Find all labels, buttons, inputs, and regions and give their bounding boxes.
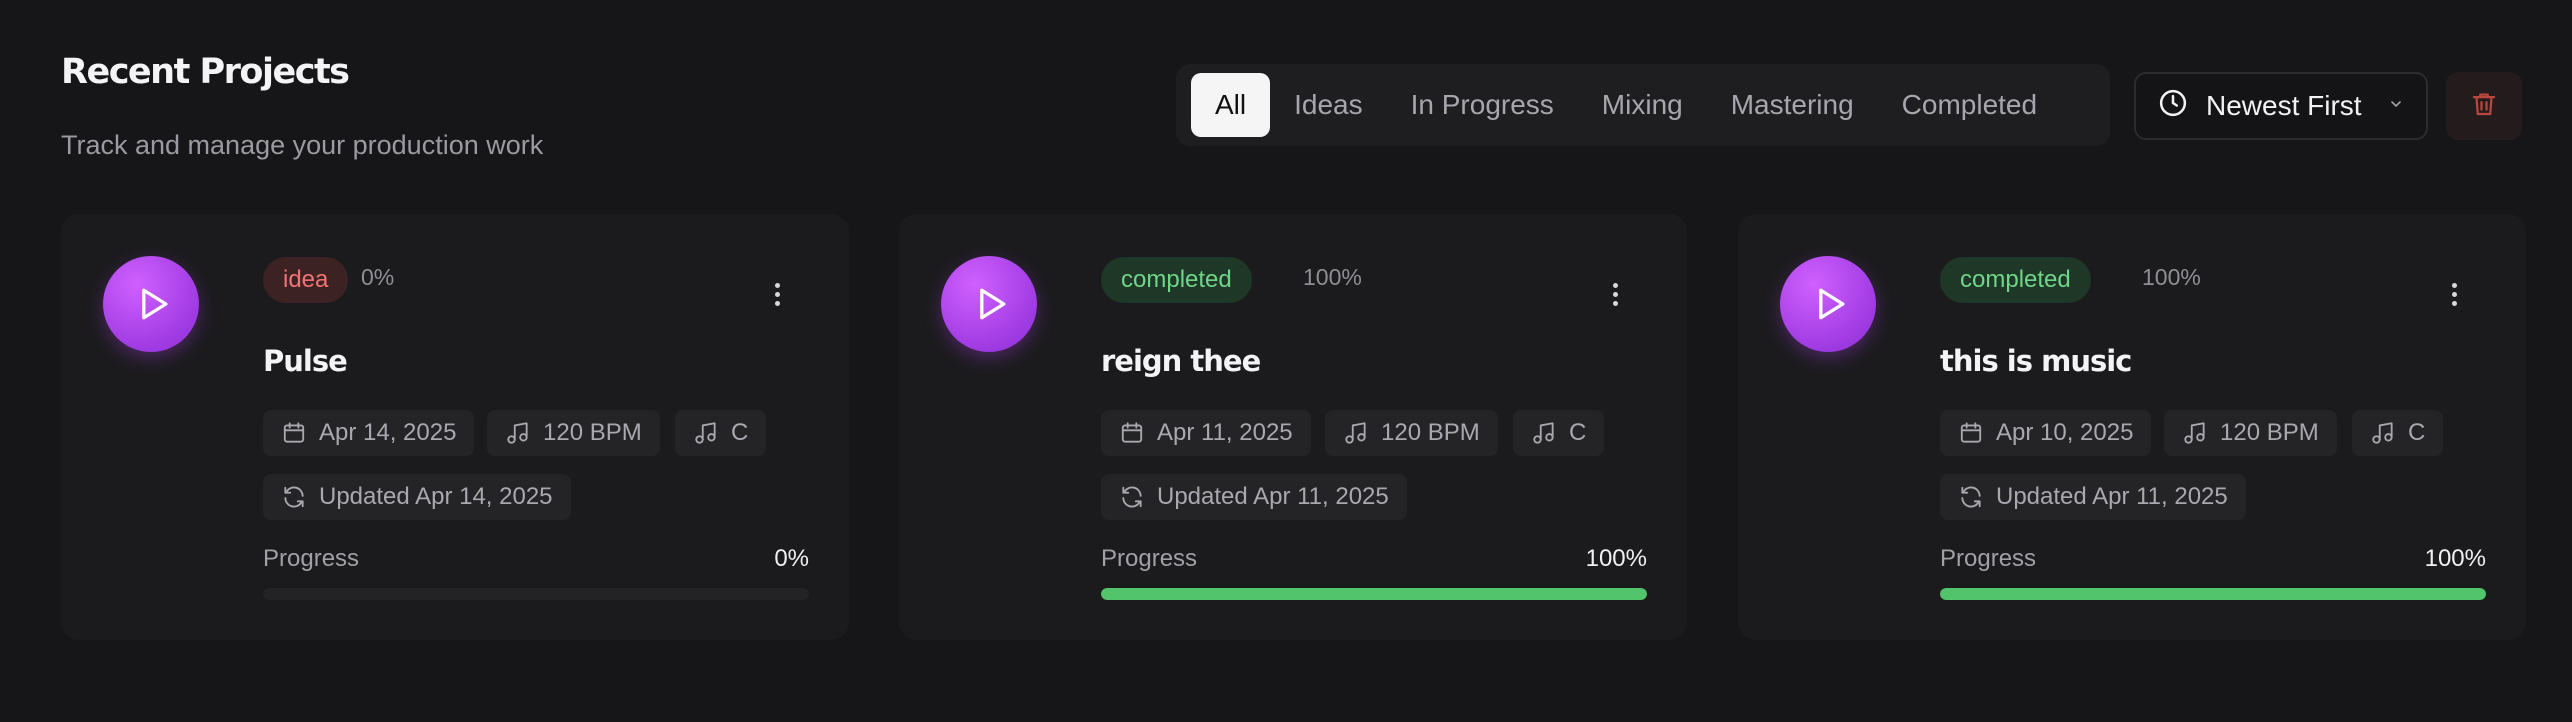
bpm-chip: 120 BPM	[1325, 410, 1498, 456]
key-text: C	[1569, 419, 1587, 446]
status-filter-tabs: All Ideas In Progress Mixing Mastering C…	[1176, 64, 2110, 146]
tab-all[interactable]: All	[1191, 73, 1271, 137]
calendar-icon	[281, 420, 307, 446]
more-vertical-icon	[774, 282, 780, 306]
key-chip: C	[1513, 410, 1605, 456]
status-percent: 100%	[1303, 264, 1362, 290]
updated-chip: Updated Apr 11, 2025	[1940, 474, 2246, 520]
play-icon	[969, 282, 1013, 326]
project-name: reign thee	[1101, 344, 1261, 378]
chevron-down-icon	[2388, 96, 2404, 117]
progress-bar	[263, 588, 809, 600]
bpm-chip: 120 BPM	[487, 410, 660, 456]
bpm-text: 120 BPM	[2220, 419, 2319, 446]
bpm-text: 120 BPM	[543, 419, 642, 446]
status-badge: completed	[1940, 257, 2091, 303]
tab-mixing[interactable]: Mixing	[1578, 73, 1707, 137]
project-card[interactable]: idea 0% Pulse Apr 14, 2025 120 BPM C Upd…	[61, 214, 849, 640]
updated-chip: Updated Apr 11, 2025	[1101, 474, 1407, 520]
trash-icon	[2469, 89, 2499, 124]
more-vertical-icon	[1612, 282, 1618, 306]
music-note-icon	[2370, 420, 2396, 446]
progress-fill	[1101, 588, 1647, 600]
progress-bar	[1101, 588, 1647, 600]
more-vertical-icon	[2451, 282, 2457, 306]
key-text: C	[2408, 419, 2426, 446]
date-text: Apr 10, 2025	[1996, 419, 2134, 446]
project-name: Pulse	[263, 344, 348, 378]
project-card[interactable]: completed 100% reign thee Apr 11, 2025 1…	[899, 214, 1687, 640]
music-note-icon	[693, 420, 719, 446]
tab-in-progress[interactable]: In Progress	[1387, 73, 1578, 137]
play-icon	[131, 282, 175, 326]
sort-dropdown[interactable]: Newest First	[2134, 72, 2428, 140]
clock-icon	[2158, 88, 2188, 125]
progress-value: 100%	[1585, 545, 1647, 572]
progress-label: Progress	[263, 545, 360, 572]
key-chip: C	[2352, 410, 2444, 456]
music-note-icon	[1343, 420, 1369, 446]
delete-button[interactable]	[2446, 72, 2522, 140]
date-chip: Apr 11, 2025	[1101, 410, 1311, 456]
tab-ideas[interactable]: Ideas	[1270, 73, 1387, 137]
status-badge: completed	[1101, 257, 1252, 303]
bpm-chip: 120 BPM	[2164, 410, 2337, 456]
refresh-icon	[281, 484, 307, 510]
calendar-icon	[1119, 420, 1145, 446]
key-chip: C	[675, 410, 767, 456]
bpm-text: 120 BPM	[1381, 419, 1480, 446]
progress-label: Progress	[1101, 545, 1198, 572]
progress-value: 0%	[774, 545, 809, 572]
date-text: Apr 14, 2025	[319, 419, 457, 446]
sort-label: Newest First	[2206, 90, 2362, 121]
music-note-icon	[505, 420, 531, 446]
updated-text: Updated Apr 11, 2025	[1157, 483, 1389, 510]
tab-completed[interactable]: Completed	[1878, 73, 2061, 137]
more-options-button[interactable]	[1603, 274, 1627, 314]
status-percent: 100%	[2142, 264, 2201, 290]
music-note-icon	[1531, 420, 1557, 446]
date-text: Apr 11, 2025	[1157, 419, 1293, 446]
project-card[interactable]: completed 100% this is music Apr 10, 202…	[1738, 214, 2526, 640]
tab-mastering[interactable]: Mastering	[1707, 73, 1878, 137]
play-button[interactable]	[1780, 256, 1876, 352]
music-note-icon	[2182, 420, 2208, 446]
status-percent: 0%	[361, 264, 395, 290]
updated-chip: Updated Apr 14, 2025	[263, 474, 571, 520]
page-title: Recent Projects	[61, 52, 350, 92]
progress-label: Progress	[1940, 545, 2037, 572]
page-subtitle: Track and manage your production work	[61, 130, 544, 160]
more-options-button[interactable]	[2442, 274, 2466, 314]
refresh-icon	[1958, 484, 1984, 510]
refresh-icon	[1119, 484, 1145, 510]
progress-value: 100%	[2424, 545, 2486, 572]
progress-bar	[1940, 588, 2486, 600]
updated-text: Updated Apr 14, 2025	[319, 483, 553, 510]
progress-fill	[1940, 588, 2486, 600]
date-chip: Apr 10, 2025	[1940, 410, 2152, 456]
projects-page: Recent Projects Track and manage your pr…	[0, 0, 2572, 722]
play-icon	[1808, 282, 1852, 326]
play-button[interactable]	[103, 256, 199, 352]
more-options-button[interactable]	[765, 274, 789, 314]
updated-text: Updated Apr 11, 2025	[1996, 483, 2228, 510]
status-badge: idea	[263, 257, 349, 303]
calendar-icon	[1958, 420, 1984, 446]
date-chip: Apr 14, 2025	[263, 410, 475, 456]
project-name: this is music	[1940, 344, 2132, 378]
play-button[interactable]	[941, 256, 1037, 352]
key-text: C	[731, 419, 749, 446]
